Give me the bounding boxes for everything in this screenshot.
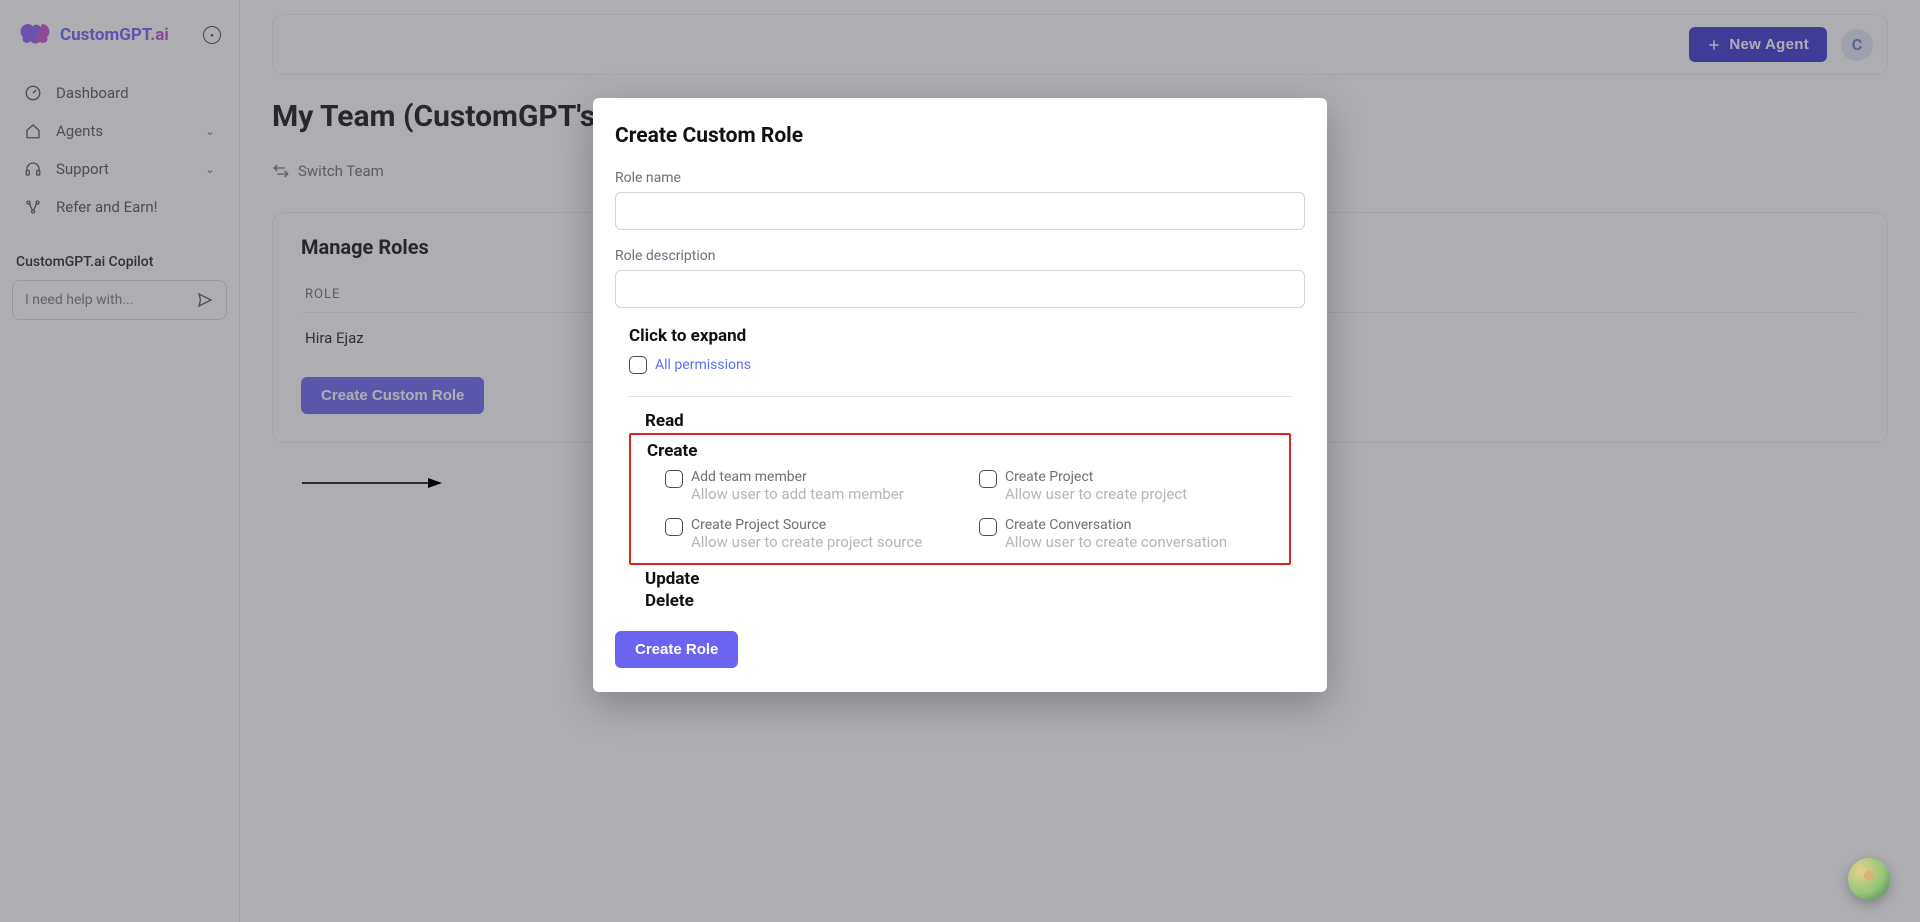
role-name-label: Role name (615, 170, 1305, 186)
cat-create[interactable]: Create (631, 441, 1289, 461)
annotation-arrow (302, 476, 442, 490)
perm-checkbox[interactable] (979, 518, 997, 536)
perm-checkbox[interactable] (979, 470, 997, 488)
cat-update[interactable]: Update (629, 569, 1291, 589)
cat-read[interactable]: Read (629, 411, 1291, 431)
role-desc-label: Role description (615, 248, 1305, 264)
perm-add-team[interactable]: Add team member Allow user to add team m… (665, 469, 965, 503)
perm-checkbox[interactable] (665, 518, 683, 536)
highlight-create-section: Create Add team member Allow user to add… (629, 433, 1291, 565)
perm-create-project[interactable]: Create Project Allow user to create proj… (979, 469, 1279, 503)
modal-title: Create Custom Role (615, 124, 1305, 148)
create-role-button[interactable]: Create Role (615, 631, 738, 668)
permissions-block: Click to expand All permissions Read Cre… (615, 326, 1305, 611)
all-permissions-row[interactable]: All permissions (629, 356, 1291, 374)
perm-create-source[interactable]: Create Project Source Allow user to crea… (665, 517, 965, 551)
all-permissions-link[interactable]: All permissions (655, 357, 751, 373)
perm-title: Create Project Source (691, 517, 922, 533)
perm-desc: Allow user to add team member (691, 485, 904, 503)
chat-bubble-avatar[interactable] (1848, 858, 1890, 900)
cat-delete[interactable]: Delete (629, 591, 1291, 611)
perm-checkbox[interactable] (665, 470, 683, 488)
perm-title: Create Conversation (1005, 517, 1227, 533)
perm-desc: Allow user to create project source (691, 533, 922, 551)
role-desc-input[interactable] (615, 270, 1305, 308)
create-role-modal: Create Custom Role Role name Role descri… (593, 98, 1327, 692)
modal-overlay[interactable]: Create Custom Role Role name Role descri… (0, 0, 1920, 922)
perm-title: Create Project (1005, 469, 1187, 485)
role-name-input[interactable] (615, 192, 1305, 230)
all-permissions-checkbox[interactable] (629, 356, 647, 374)
create-permissions-grid: Add team member Allow user to add team m… (631, 463, 1289, 557)
perm-create-conversation[interactable]: Create Conversation Allow user to create… (979, 517, 1279, 551)
divider (629, 396, 1291, 397)
click-to-expand: Click to expand (629, 326, 1291, 346)
perm-desc: Allow user to create project (1005, 485, 1187, 503)
perm-title: Add team member (691, 469, 904, 485)
perm-desc: Allow user to create conversation (1005, 533, 1227, 551)
